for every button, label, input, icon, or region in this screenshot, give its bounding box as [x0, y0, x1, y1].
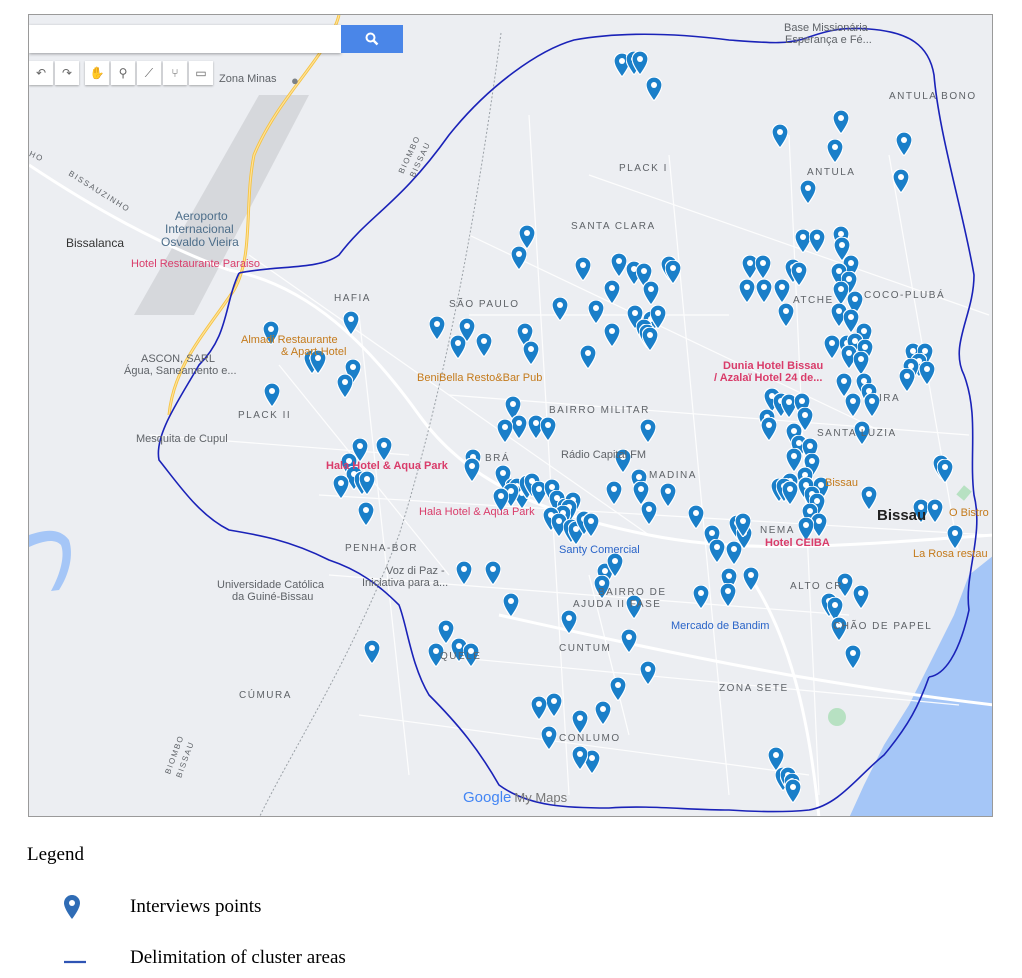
poi-label[interactable]: O Bistro — [949, 507, 989, 519]
poi-label[interactable]: Dunia Hotel Bissau — [723, 360, 823, 372]
search-button[interactable] — [341, 25, 403, 53]
line-icon — [64, 960, 86, 964]
poi-label[interactable]: BeniBella Resto&Bar Pub — [417, 372, 542, 384]
area-label: ATCHE — [793, 295, 834, 306]
poi-label[interactable]: Internacional — [165, 222, 234, 236]
area-label: PLACK II — [238, 410, 292, 421]
poi-label[interactable]: & Apart-Hotel — [281, 346, 346, 358]
legend-item-interviews: Interviews points — [64, 895, 261, 919]
poi-label[interactable]: Base Missionária — [784, 22, 868, 34]
legend-label: Delimitation of cluster areas — [130, 947, 346, 968]
poi-label[interactable]: Água, Saneamento e... — [124, 365, 237, 377]
poi-label[interactable]: Osvaldo Vieira — [161, 235, 239, 249]
google-wordmark: Google — [463, 789, 512, 806]
area-label: CÚMURA — [239, 690, 292, 701]
area-label: CUNTUM — [559, 643, 612, 654]
poi-label[interactable]: Mesquita de Cupul — [136, 433, 228, 445]
search-icon — [365, 32, 379, 46]
poi-label[interactable]: Voz di Paz - — [386, 565, 445, 577]
poi-label[interactable]: Hala Hotel & Aqua Park — [326, 460, 448, 472]
hand-icon[interactable]: ✋ — [85, 61, 109, 85]
poi-label[interactable]: Hotel Restaurante Paraiso — [131, 258, 260, 270]
poi-label[interactable]: Bissau — [825, 477, 858, 489]
area-label: PENHA-BOR — [345, 543, 418, 554]
poi-label[interactable]: Iniciativa para a... — [362, 577, 448, 589]
area-label: ZONA SETE — [719, 683, 789, 694]
area-label: COCO-PLUBÁ — [864, 290, 946, 301]
poi-label[interactable]: La Rosa restau — [913, 548, 988, 560]
poi-label[interactable]: Santy Comercial — [559, 544, 640, 556]
area-label: MADINA — [649, 470, 697, 481]
map-viewport[interactable]: ↶ ↷ ✋ ⚲ ⟋ ⑂ ▭ PLACK I ANTULA BONO ANTULA… — [28, 14, 993, 817]
poi-label[interactable]: Zona Minas — [219, 73, 276, 85]
city-label: Bissau — [877, 507, 927, 524]
undo-icon[interactable]: ↶ — [29, 61, 53, 85]
area-label: BRÁ — [485, 453, 511, 464]
legend-label: Interviews points — [130, 896, 262, 917]
area-label: ALTO CR — [790, 581, 843, 592]
poi-label[interactable]: Esperança e Fé... — [785, 34, 872, 46]
area-label: ANTULA — [807, 167, 856, 178]
poi-label[interactable]: / Azalaï Hotel 24 de... — [714, 372, 822, 384]
search-input[interactable] — [29, 25, 341, 53]
route-icon[interactable]: ⑂ — [163, 61, 187, 85]
poi-label[interactable]: da Guiné-Bissau — [232, 591, 313, 603]
poi-label[interactable]: Almadi Restaurante — [241, 334, 338, 346]
poi-label[interactable]: Mercado de Bandim — [671, 620, 769, 632]
area-label: ANTULA BONO — [889, 91, 977, 102]
poi-label[interactable]: ASCON, SARL — [141, 353, 215, 365]
legend-title: Legend — [27, 844, 84, 865]
area-label: NEMA — [760, 525, 795, 536]
area-label: BAIRRO MILITAR — [549, 405, 650, 416]
mymaps-wordmark: My Maps — [514, 790, 568, 805]
poi-label[interactable]: Aeroporto — [175, 209, 228, 223]
area-label: AJUDA II FASE — [573, 599, 662, 610]
area-label: PLACK I — [619, 163, 668, 174]
area-label: HAFIA — [334, 293, 371, 304]
map-toolbar: ↶ ↷ ✋ ⚲ ⟋ ⑂ ▭ — [29, 61, 213, 85]
area-label: IRA — [879, 393, 901, 404]
area-label: CHÃO DE PAPEL — [833, 621, 933, 632]
line-icon[interactable]: ⟋ — [137, 61, 161, 85]
marker-icon[interactable]: ⚲ — [111, 61, 135, 85]
google-logo: Google My Maps — [463, 789, 567, 806]
area-label: SANTA CLARA — [571, 221, 656, 232]
area-label: QUELE — [440, 651, 482, 662]
pin-gray-icon: ● — [291, 73, 299, 88]
map-pin-icon — [64, 895, 80, 919]
area-label: SANTA LUZIA — [817, 428, 897, 439]
area-label: SÃO PAULO — [449, 299, 520, 310]
poi-label[interactable]: Hotel CEIBA — [765, 537, 830, 549]
redo-icon[interactable]: ↷ — [55, 61, 79, 85]
ruler-icon[interactable]: ▭ — [189, 61, 213, 85]
poi-label[interactable]: Universidade Católica — [217, 579, 324, 591]
area-label: BAIRRO DE — [598, 587, 667, 598]
poi-label[interactable]: Hala Hotel & Aqua Park — [419, 506, 535, 518]
legend-item-boundary: Delimitation of cluster areas — [64, 946, 346, 970]
poi-label[interactable]: Rádio Capital FM — [561, 449, 646, 461]
area-label: CONLUMO — [559, 733, 621, 744]
map-canvas[interactable] — [29, 15, 993, 817]
place-label: Bissalanca — [66, 236, 125, 250]
